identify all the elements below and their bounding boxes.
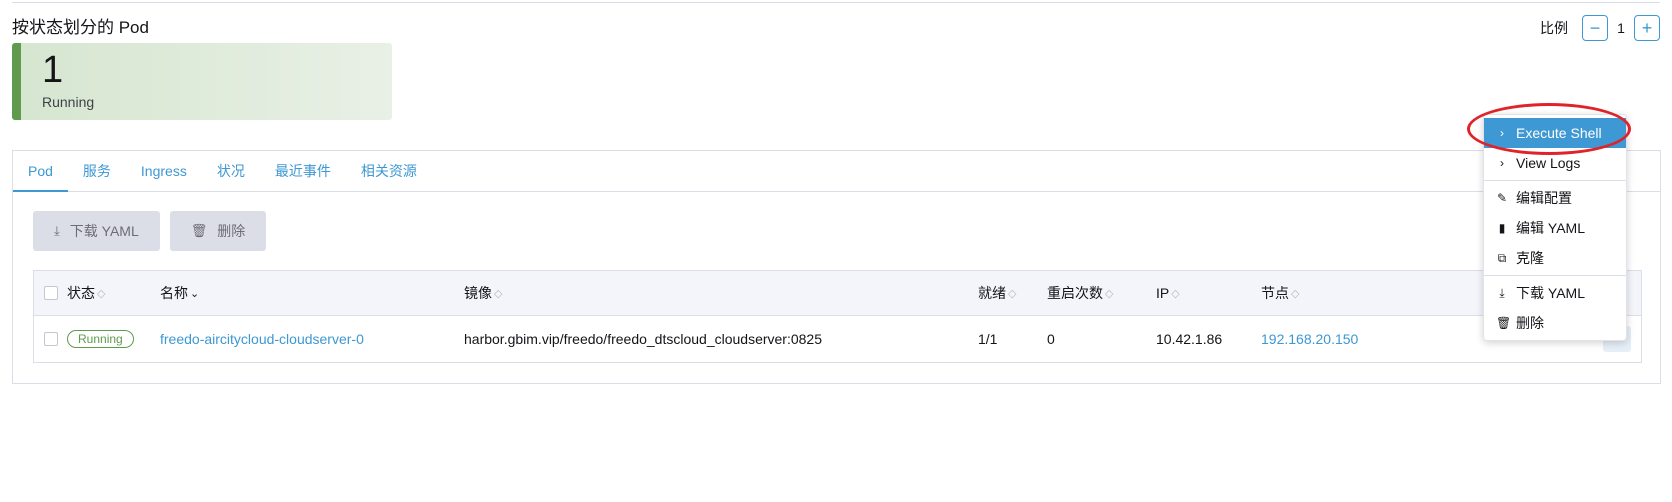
copy-icon: ⧉ [1497, 250, 1507, 265]
running-state-card[interactable]: 1 Running [12, 43, 392, 120]
column-restarts[interactable]: 重启次数 ◇ [1047, 271, 1113, 315]
sort-icon: ◇ [494, 287, 503, 300]
tab-ingress[interactable]: Ingress [126, 151, 202, 191]
tab-conditions[interactable]: 状况 [202, 151, 260, 191]
state-count: 1 [42, 49, 64, 91]
column-name[interactable]: 名称 ⌄ [160, 271, 199, 315]
download-yaml-label: 下载 YAML [69, 223, 139, 239]
column-ready-label: 就绪 [978, 285, 1006, 301]
scale-label: 比例 [1540, 20, 1568, 36]
column-image[interactable]: 镜像 ◇ [464, 271, 502, 315]
menu-item-label: 编辑 YAML [1516, 220, 1585, 236]
chevron-right-icon: › [1500, 126, 1504, 140]
column-ip[interactable]: IP ◇ [1156, 271, 1180, 315]
trash-icon: 🗑 [190, 223, 208, 238]
state-label: Running [42, 94, 95, 110]
pod-image: harbor.gbim.vip/freedo/freedo_dtscloud_c… [464, 331, 823, 347]
column-node[interactable]: 节点 ◇ [1261, 271, 1299, 315]
menu-item-label: Execute Shell [1516, 125, 1602, 141]
column-state[interactable]: 状态 ◇ [67, 271, 105, 315]
menu-divider [1484, 180, 1626, 181]
menu-item-delete[interactable]: 🗑 删除 [1484, 308, 1626, 338]
select-all-cell [44, 271, 58, 315]
status-badge: Running [67, 330, 134, 348]
menu-item-label: View Logs [1516, 155, 1581, 171]
tab-recent-events[interactable]: 最近事件 [260, 151, 346, 191]
download-icon: ⤓ [1499, 285, 1505, 300]
pods-table: 状态 ◇ 名称 ⌄ 镜像 ◇ 就绪 ◇ 重启次数 ◇ IP ◇ 节点 ◇ Run… [33, 270, 1642, 363]
row-context-menu: › Execute Shell › View Logs ✎ 编辑配置 ▮ 编辑 … [1483, 114, 1627, 341]
menu-item-label: 删除 [1516, 315, 1544, 331]
column-ip-label: IP [1156, 285, 1170, 301]
menu-item-label: 克隆 [1516, 250, 1544, 266]
row-state-cell: Running [67, 316, 134, 362]
tab-related-resources[interactable]: 相关资源 [346, 151, 432, 191]
top-divider [12, 2, 1660, 3]
table-header: 状态 ◇ 名称 ⌄ 镜像 ◇ 就绪 ◇ 重启次数 ◇ IP ◇ 节点 ◇ [34, 271, 1641, 316]
chevron-right-icon: › [1500, 156, 1504, 170]
tab-pod[interactable]: Pod [13, 151, 68, 192]
scale-increase-button[interactable]: + [1634, 15, 1660, 41]
menu-item-clone[interactable]: ⧉ 克隆 [1484, 243, 1626, 273]
column-node-label: 节点 [1261, 285, 1289, 301]
tab-bar: Pod 服务 Ingress 状况 最近事件 相关资源 [13, 151, 1660, 192]
delete-label: 删除 [217, 223, 246, 239]
column-name-label: 名称 [160, 285, 188, 301]
menu-item-label: 下载 YAML [1516, 285, 1585, 301]
bulk-action-row: ⤓ 下载 YAML 🗑 删除 [33, 211, 267, 251]
pod-ready: 1/1 [978, 331, 998, 347]
sort-icon: ◇ [1291, 287, 1300, 300]
pencil-icon: ✎ [1496, 191, 1508, 205]
pod-restarts: 0 [1047, 331, 1055, 347]
pod-node-link[interactable]: 192.168.20.150 [1261, 316, 1358, 362]
menu-item-label: 编辑配置 [1516, 190, 1572, 206]
menu-item-edit-yaml[interactable]: ▮ 编辑 YAML [1484, 213, 1626, 243]
menu-item-edit-config[interactable]: ✎ 编辑配置 [1484, 183, 1626, 213]
tab-services[interactable]: 服务 [68, 151, 126, 191]
sort-desc-icon: ⌄ [190, 287, 200, 300]
section-title: 按状态划分的 Pod [12, 18, 149, 37]
column-restarts-label: 重启次数 [1047, 285, 1103, 301]
menu-item-execute-shell[interactable]: › Execute Shell [1484, 118, 1626, 148]
pod-name-link[interactable]: freedo-aircitycloud-cloudserver-0 [160, 316, 364, 362]
sort-icon: ◇ [1008, 287, 1017, 300]
sort-icon: ◇ [1105, 287, 1114, 300]
file-icon: ▮ [1498, 221, 1506, 235]
download-icon: ⤓ [54, 223, 60, 238]
menu-item-view-logs[interactable]: › View Logs [1484, 148, 1626, 178]
column-ready[interactable]: 就绪 ◇ [978, 271, 1016, 315]
trash-icon: 🗑 [1496, 316, 1512, 330]
row-select-cell [44, 316, 58, 362]
scale-control: 比例 − 1 + [1540, 15, 1660, 41]
scale-value: 1 [1617, 20, 1625, 36]
table-row: Running freedo-aircitycloud-cloudserver-… [34, 316, 1641, 362]
column-state-label: 状态 [67, 285, 95, 301]
tabs-panel: Pod 服务 Ingress 状况 最近事件 相关资源 ⤓ 下载 YAML 🗑 … [12, 150, 1661, 384]
sort-icon: ◇ [1171, 287, 1180, 300]
menu-item-download-yaml[interactable]: ⤓ 下载 YAML [1484, 278, 1626, 308]
column-image-label: 镜像 [464, 285, 492, 301]
download-yaml-button[interactable]: ⤓ 下载 YAML [33, 211, 160, 251]
scale-decrease-button[interactable]: − [1582, 15, 1608, 41]
row-checkbox[interactable] [44, 332, 58, 346]
sort-icon: ◇ [97, 287, 106, 300]
delete-button[interactable]: 🗑 删除 [169, 211, 267, 251]
menu-divider [1484, 275, 1626, 276]
pod-ip: 10.42.1.86 [1156, 331, 1223, 347]
select-all-checkbox[interactable] [44, 286, 58, 300]
